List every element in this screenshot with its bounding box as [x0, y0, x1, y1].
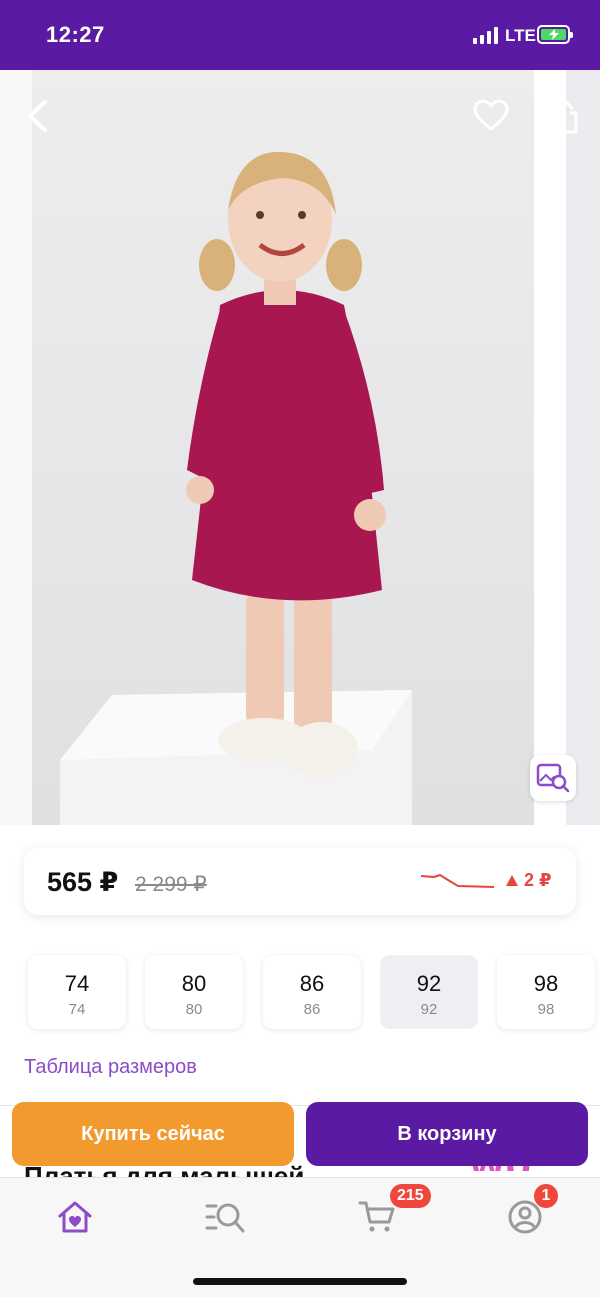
home-indicator: [193, 1278, 407, 1285]
size-sublabel: 98: [537, 1001, 555, 1018]
size-option-selected[interactable]: 92 92: [380, 955, 478, 1029]
cart-icon: [358, 1201, 395, 1232]
image-search-button[interactable]: [530, 755, 576, 801]
network-type: LTE: [505, 26, 536, 45]
back-button[interactable]: [16, 95, 58, 137]
size-sublabel: 74: [68, 1001, 86, 1018]
size-option[interactable]: 80 80: [145, 955, 243, 1029]
share-button[interactable]: [543, 95, 585, 137]
favorite-button[interactable]: [470, 95, 512, 137]
size-option[interactable]: 86 86: [263, 955, 361, 1029]
size-label: 92: [416, 971, 442, 996]
current-price: 565 ₽: [47, 867, 119, 897]
battery-icon: [537, 25, 573, 44]
size-selector: 74 74 80 80 86 86 92 92 98 98: [28, 955, 595, 1029]
tab-catalog[interactable]: [202, 1194, 248, 1240]
home-icon: [58, 1201, 92, 1233]
size-option[interactable]: 74 74: [28, 955, 126, 1029]
size-label: 74: [64, 971, 90, 996]
catalog-search-icon: [205, 1203, 245, 1233]
add-to-cart-button[interactable]: В корзину: [306, 1102, 588, 1166]
price-history-sparkline[interactable]: [420, 872, 496, 892]
old-price: 2 299 ₽: [135, 873, 207, 896]
signal-icon: [473, 27, 498, 44]
size-label: 86: [299, 971, 325, 996]
trend-up-icon: [506, 875, 518, 886]
size-label: 80: [181, 971, 207, 996]
size-sublabel: 92: [420, 1001, 438, 1018]
buy-now-button[interactable]: Купить сейчас: [12, 1102, 294, 1166]
image-search-icon: [536, 763, 570, 793]
size-option[interactable]: 98 98: [497, 955, 595, 1029]
status-bar: 12:27 LTE: [0, 0, 600, 70]
size-sublabel: 80: [185, 1001, 203, 1018]
size-sublabel: 86: [303, 1001, 321, 1018]
product-gallery[interactable]: [0, 70, 600, 825]
back-arrow-icon: [28, 100, 47, 132]
size-chart-link[interactable]: Таблица размеров: [24, 1056, 197, 1079]
share-icon: [550, 98, 578, 134]
product-photo[interactable]: [0, 70, 534, 825]
price-card[interactable]: 565 ₽ 2 299 ₽ 2 ₽: [24, 848, 576, 915]
price-change-value: 2 ₽: [524, 870, 552, 890]
tab-home[interactable]: [52, 1194, 98, 1240]
price-change: 2 ₽: [506, 870, 552, 891]
status-time: 12:27: [46, 22, 105, 47]
heart-icon: [473, 100, 509, 131]
cart-badge: 215: [390, 1184, 431, 1208]
profile-badge: 1: [534, 1184, 558, 1208]
product-illustration: [60, 151, 412, 825]
size-label: 98: [533, 971, 559, 996]
